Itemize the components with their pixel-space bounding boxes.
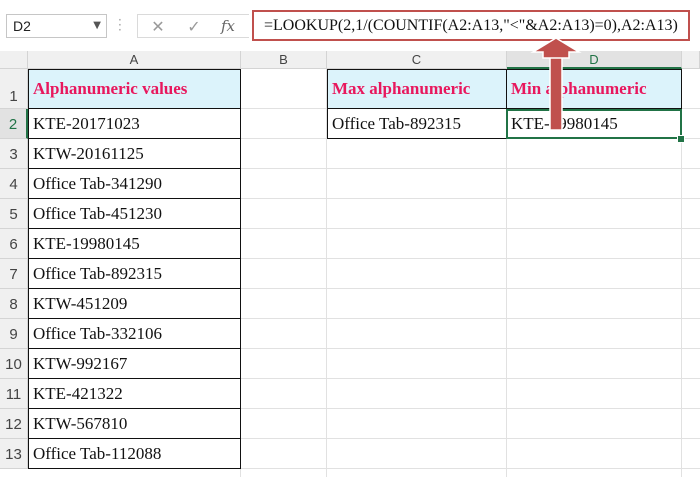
formula-input[interactable]: =LOOKUP(2,1/(COUNTIF(A2:A13,"<"&A2:A13)=… bbox=[252, 10, 690, 41]
cell-a9[interactable]: Office Tab-332106 bbox=[28, 319, 241, 349]
name-box-value: D2 bbox=[13, 18, 31, 34]
row-header-10[interactable]: 10 bbox=[0, 349, 28, 379]
row-header-5[interactable]: 5 bbox=[0, 199, 28, 229]
formula-toolbar: D2 ▼ · · · ✕ ✓ fx =LOOKUP(2,1/(COUNTIF(A2:… bbox=[0, 0, 700, 52]
cell-a13[interactable]: Office Tab-112088 bbox=[28, 439, 241, 469]
row-header-7[interactable]: 7 bbox=[0, 259, 28, 289]
cell-a8[interactable]: KTW-451209 bbox=[28, 289, 241, 319]
cell-c1-max-header[interactable]: Max alphanumeric bbox=[327, 69, 507, 109]
cell-a10[interactable]: KTW-992167 bbox=[28, 349, 241, 379]
formula-text: =LOOKUP(2,1/(COUNTIF(A2:A13,"<"&A2:A13)=… bbox=[264, 17, 678, 34]
row-header-9[interactable]: 9 bbox=[0, 319, 28, 349]
grip-icon: · · · bbox=[118, 13, 122, 37]
row-header-4[interactable]: 4 bbox=[0, 169, 28, 199]
cell-a11[interactable]: KTE-421322 bbox=[28, 379, 241, 409]
fill-handle[interactable] bbox=[677, 135, 685, 143]
row-header-2[interactable]: 2 bbox=[0, 109, 28, 139]
insert-function-button[interactable]: fx bbox=[214, 14, 242, 38]
column-header-c[interactable]: C bbox=[327, 51, 507, 69]
chevron-down-icon[interactable]: ▼ bbox=[93, 20, 101, 31]
column-header-e[interactable] bbox=[682, 51, 700, 69]
row-header-11[interactable]: 11 bbox=[0, 379, 28, 409]
cell-d1-min-header[interactable]: Min alphanumeric bbox=[506, 69, 682, 109]
cell-a4[interactable]: Office Tab-341290 bbox=[28, 169, 241, 199]
checkmark-icon[interactable]: ✓ bbox=[180, 14, 208, 38]
row-header-1[interactable]: 1 bbox=[0, 69, 28, 109]
spreadsheet-grid: A B C D 1 2 3 4 5 6 7 8 9 10 11 12 13 Al… bbox=[0, 51, 700, 477]
row-header-12[interactable]: 12 bbox=[0, 409, 28, 439]
cell-a1-header[interactable]: Alphanumeric values bbox=[28, 69, 241, 109]
cell-a12[interactable]: KTW-567810 bbox=[28, 409, 241, 439]
select-all-corner[interactable] bbox=[0, 51, 28, 69]
row-header-3[interactable]: 3 bbox=[0, 139, 28, 169]
cell-c2-max-value[interactable]: Office Tab-892315 bbox=[327, 109, 507, 139]
cell-a2[interactable]: KTE-20171023 bbox=[28, 109, 241, 139]
row-header-6[interactable]: 6 bbox=[0, 229, 28, 259]
row-header-8[interactable]: 8 bbox=[0, 289, 28, 319]
cell-d2-min-value[interactable]: KTE-19980145 bbox=[506, 109, 682, 139]
cell-a3[interactable]: KTW-20161125 bbox=[28, 139, 241, 169]
column-header-d[interactable]: D bbox=[507, 51, 682, 69]
cell-a7[interactable]: Office Tab-892315 bbox=[28, 259, 241, 289]
cancel-x-icon[interactable]: ✕ bbox=[144, 14, 172, 38]
row-header-13[interactable]: 13 bbox=[0, 439, 28, 469]
name-box[interactable]: D2 ▼ bbox=[6, 14, 107, 38]
cell-a5[interactable]: Office Tab-451230 bbox=[28, 199, 241, 229]
column-header-a[interactable]: A bbox=[28, 51, 241, 69]
column-header-b[interactable]: B bbox=[241, 51, 327, 69]
fx-icon: fx bbox=[220, 17, 235, 35]
cell-a6[interactable]: KTE-19980145 bbox=[28, 229, 241, 259]
